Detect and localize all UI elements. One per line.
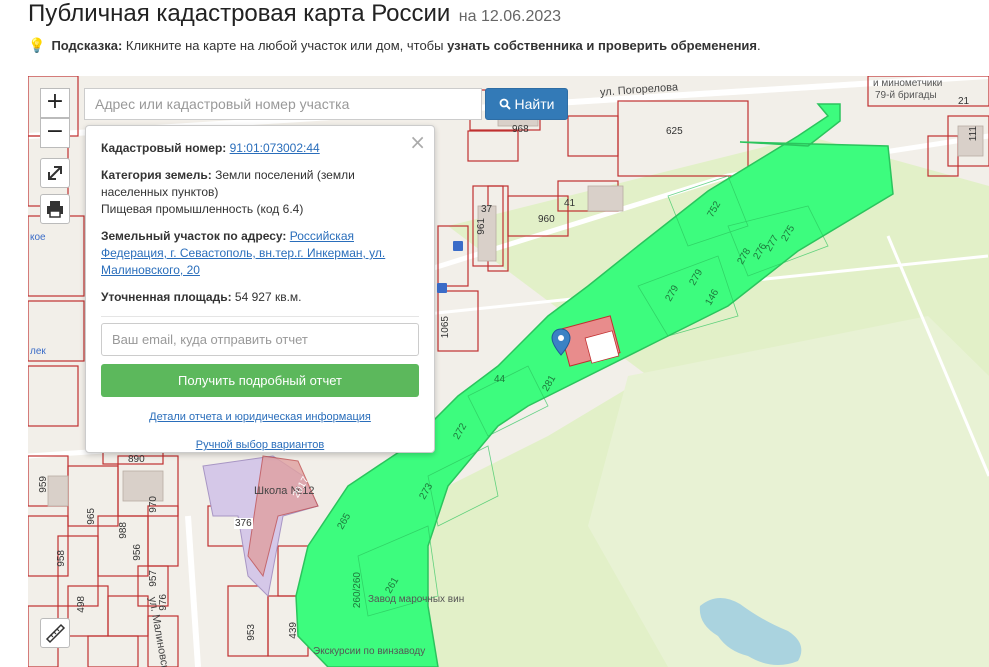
plot-number: 498 bbox=[76, 596, 87, 613]
place-label: лек bbox=[30, 346, 46, 357]
lightbulb-icon: 💡 bbox=[28, 37, 46, 53]
plot-number: 976 bbox=[158, 594, 169, 611]
plot-number: 41 bbox=[564, 198, 576, 209]
parcel-info-popup: × Кадастровый номер: 91:01:073002:44 Кат… bbox=[85, 125, 435, 453]
hint: 💡 Подсказка: Кликните на карте на любой у… bbox=[28, 37, 761, 54]
plot-number: 111 bbox=[968, 126, 979, 142]
plot-number: 625 bbox=[666, 126, 683, 137]
place-label: и минометчики bbox=[873, 78, 943, 89]
plot-number: 960 bbox=[538, 214, 555, 225]
plot-number: 44 bbox=[494, 374, 506, 385]
search-button-label: Найти bbox=[514, 96, 555, 112]
plot-number: 959 bbox=[38, 476, 49, 493]
plot-number: 957 bbox=[148, 570, 159, 587]
page-date: на 12.06.2023 bbox=[458, 8, 562, 25]
plot-number: 439 bbox=[288, 622, 299, 639]
address-row: Земельный участок по адресу: Российская … bbox=[101, 228, 419, 279]
zoom-out-button[interactable]: − bbox=[40, 118, 70, 148]
plot-number: 988 bbox=[118, 522, 129, 539]
manual-link-row: Ручной выбор вариантов bbox=[101, 439, 419, 451]
plot-number: 376 bbox=[234, 518, 253, 529]
plot-number: 956 bbox=[132, 544, 143, 561]
place-label-excursion: Экскурсии по винзаводу bbox=[313, 646, 426, 657]
hint-text: Кликните на карте на любой участок или д… bbox=[122, 38, 448, 53]
category-label: Категория земель: bbox=[101, 168, 212, 182]
place-label-winery: Завод марочных вин bbox=[368, 594, 465, 605]
usage-value: Пищевая промышленность (код 6.4) bbox=[101, 202, 304, 216]
hint-label: Подсказка: bbox=[51, 38, 123, 53]
plot-number: 260/260 bbox=[352, 572, 363, 609]
plot-number: 1065 bbox=[440, 316, 451, 339]
plot-number: 37 bbox=[481, 204, 493, 215]
area-row: Уточненная площадь: 54 927 кв.м. bbox=[101, 289, 419, 317]
fullscreen-icon bbox=[48, 166, 62, 180]
search-input[interactable]: Адрес или кадастровый номер участка bbox=[84, 88, 482, 120]
plot-number: 953 bbox=[246, 624, 257, 641]
category-row: Категория земель: Земли поселений (земли… bbox=[101, 167, 419, 218]
address-label: Земельный участок по адресу: bbox=[101, 229, 287, 243]
manual-choice-link[interactable]: Ручной выбор вариантов bbox=[196, 439, 324, 451]
plot-number: 890 bbox=[128, 454, 145, 465]
fullscreen-button[interactable] bbox=[40, 158, 70, 188]
page-title: Публичная кадастровая карта России bbox=[28, 0, 451, 27]
email-field[interactable]: Ваш email, куда отправить отчет bbox=[101, 323, 419, 356]
page-header: Публичная кадастровая карта России на 12… bbox=[28, 0, 978, 30]
plot-number: 958 bbox=[56, 550, 67, 567]
place-label: 79-й бригады bbox=[875, 90, 937, 101]
plot-number: 965 bbox=[86, 508, 97, 525]
cadastral-number-link[interactable]: 91:01:073002:44 bbox=[230, 141, 320, 155]
search-button[interactable]: Найти bbox=[485, 88, 568, 120]
plot-number: 970 bbox=[148, 496, 159, 513]
area-label: Уточненная площадь: bbox=[101, 290, 232, 304]
bus-stop-icon bbox=[453, 241, 463, 251]
cadastral-row: Кадастровый номер: 91:01:073002:44 bbox=[101, 140, 419, 157]
hint-end: . bbox=[757, 38, 761, 53]
plot-number: 21 bbox=[958, 96, 970, 107]
cadastral-label: Кадастровый номер: bbox=[101, 141, 227, 155]
plot-number: 961 bbox=[476, 218, 487, 235]
get-report-button[interactable]: Получить подробный отчет bbox=[101, 364, 419, 397]
hint-bold-text: узнать собственника и проверить обремене… bbox=[447, 38, 758, 53]
plot-number: 294 bbox=[594, 342, 611, 353]
search-icon bbox=[499, 98, 511, 110]
print-button[interactable] bbox=[40, 194, 70, 224]
cadastral-map[interactable]: ул. Погорелова ул. Малиновского и миноме… bbox=[28, 76, 989, 667]
plot-number: 968 bbox=[512, 124, 529, 135]
details-link[interactable]: Детали отчета и юридическая информация bbox=[149, 411, 371, 423]
print-icon bbox=[47, 201, 63, 218]
details-link-row: Детали отчета и юридическая информация bbox=[101, 411, 419, 423]
area-value: 54 927 кв.м. bbox=[231, 290, 302, 304]
close-icon[interactable]: × bbox=[409, 130, 426, 154]
zoom-in-button[interactable]: + bbox=[40, 88, 70, 118]
ruler-button[interactable] bbox=[40, 618, 70, 648]
place-label: кое bbox=[30, 232, 46, 243]
ruler-icon bbox=[45, 623, 66, 644]
